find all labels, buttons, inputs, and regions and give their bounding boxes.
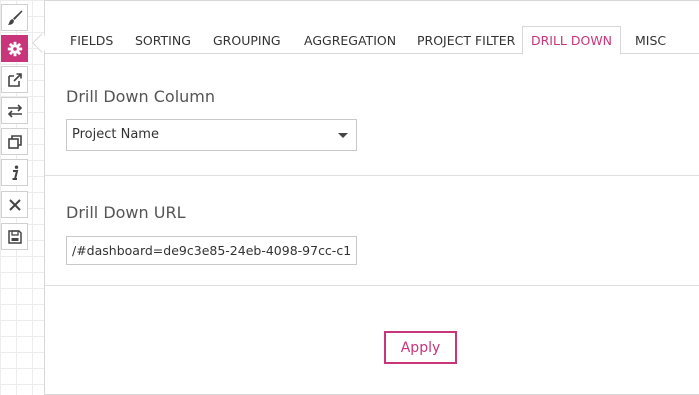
copy-icon[interactable] bbox=[1, 128, 28, 155]
close-icon[interactable] bbox=[1, 191, 28, 218]
drill-down-column-select[interactable]: Project Name bbox=[66, 119, 357, 151]
section-divider bbox=[45, 285, 699, 286]
gear-icon[interactable] bbox=[1, 35, 28, 62]
drill-down-url-label: Drill Down URL bbox=[66, 203, 186, 222]
tab-project-filter[interactable]: PROJECT FILTER bbox=[417, 28, 515, 54]
brush-icon[interactable] bbox=[1, 4, 28, 31]
tab-fields[interactable]: FIELDS bbox=[70, 28, 113, 54]
swap-icon[interactable] bbox=[1, 97, 28, 124]
tab-bar: FIELDS SORTING GROUPING AGGREGATION PROJ… bbox=[45, 1, 699, 55]
external-link-icon[interactable] bbox=[1, 66, 28, 93]
caret-down-icon bbox=[338, 133, 348, 138]
tab-drill-down[interactable]: DRILL DOWN bbox=[522, 26, 621, 55]
tab-aggregation[interactable]: AGGREGATION bbox=[304, 28, 396, 54]
selected-value: Project Name bbox=[72, 127, 159, 142]
tab-misc[interactable]: MISC bbox=[635, 28, 666, 54]
tab-sorting[interactable]: SORTING bbox=[135, 28, 191, 54]
drill-down-url-input[interactable] bbox=[66, 236, 357, 265]
drill-down-column-label: Drill Down Column bbox=[66, 87, 216, 106]
settings-panel: FIELDS SORTING GROUPING AGGREGATION PROJ… bbox=[44, 0, 699, 395]
section-divider bbox=[45, 175, 699, 176]
tab-grouping[interactable]: GROUPING bbox=[213, 28, 281, 54]
apply-button[interactable]: Apply bbox=[384, 331, 457, 364]
info-icon[interactable] bbox=[1, 159, 28, 186]
save-icon[interactable] bbox=[1, 223, 28, 250]
